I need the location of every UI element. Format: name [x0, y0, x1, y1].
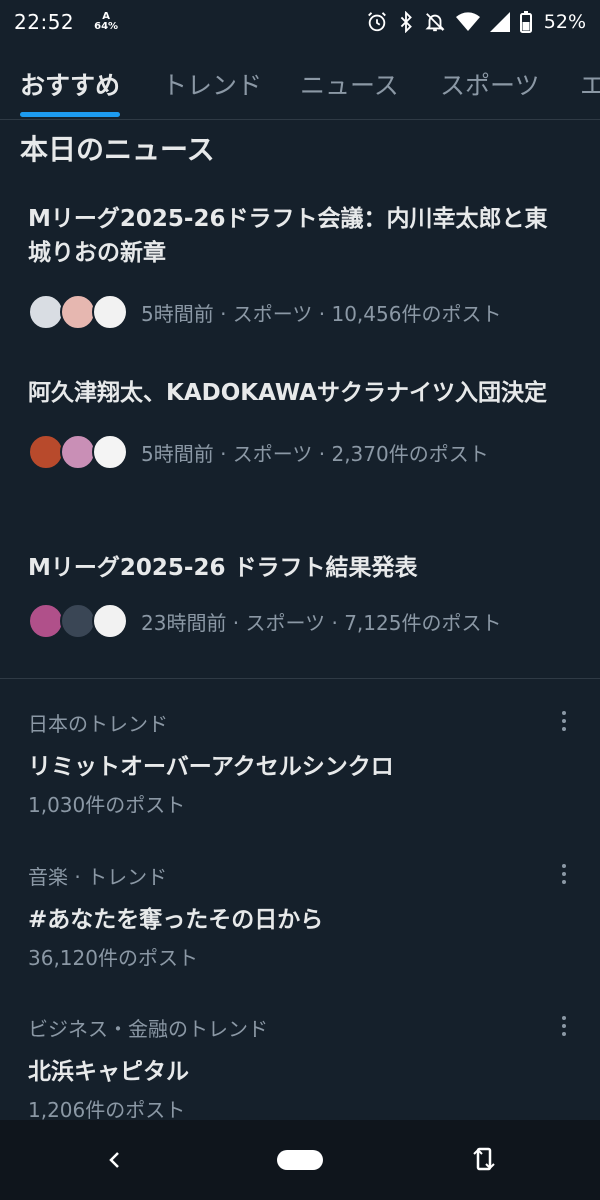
- avatar: [92, 603, 128, 639]
- news-meta: 23時間前 · スポーツ · 7,125件のポスト: [28, 601, 568, 641]
- status-notification: A 64%: [94, 12, 118, 32]
- trend-name: #あなたを奪ったその日から: [28, 907, 324, 933]
- trend-post-count: 1,030件のポスト: [28, 793, 186, 817]
- rotate-icon[interactable]: [470, 1144, 498, 1174]
- divider: [0, 678, 600, 679]
- status-time: 22:52: [14, 10, 75, 34]
- avatar: [60, 603, 96, 639]
- trend-post-count: 1,206件のポスト: [28, 1098, 186, 1122]
- news-item[interactable]: Mリーグ2025-26 ドラフト結果発表 23時間前 · スポーツ · 7,12…: [28, 551, 568, 641]
- trend-name: リミットオーバーアクセルシンクロ: [28, 754, 394, 780]
- news-headline: Mリーグ2025-26ドラフト会議：内川幸太郎と東城りおの新章: [28, 206, 548, 266]
- trend-category: ビジネス・金融のトレンド: [28, 1017, 268, 1041]
- home-button[interactable]: [277, 1150, 323, 1170]
- news-meta-text: 5時間前 · スポーツ · 10,456件のポスト: [141, 301, 502, 326]
- avatar: [28, 294, 64, 330]
- notifications-off-icon: [425, 13, 445, 32]
- trend-category: 日本のトレンド: [28, 712, 168, 736]
- trend-item[interactable]: 音楽 · トレンド #あなたを奪ったその日から 36,120件のポスト: [28, 861, 588, 971]
- status-icons: 52%: [366, 11, 586, 33]
- avatar-group: [28, 432, 128, 472]
- trend-post-count: 36,120件のポスト: [28, 946, 198, 970]
- tab-news[interactable]: ニュース: [300, 66, 399, 102]
- news-item[interactable]: 阿久津翔太、KADOKAWAサクラナイツ入団決定 5時間前 · スポーツ · 2…: [28, 376, 568, 472]
- alarm-icon: [367, 12, 386, 32]
- news-meta: 5時間前 · スポーツ · 10,456件のポスト: [28, 292, 568, 332]
- back-icon[interactable]: [103, 1148, 127, 1172]
- trend-category: 音楽 · トレンド: [28, 865, 168, 889]
- avatar-group: [28, 601, 128, 641]
- trend-item[interactable]: 日本のトレンド リミットオーバーアクセルシンクロ 1,030件のポスト: [28, 708, 588, 818]
- news-meta-text: 5時間前 · スポーツ · 2,370件のポスト: [141, 441, 489, 466]
- active-tab-indicator: [20, 112, 120, 117]
- status-note-bottom: 64%: [94, 21, 119, 32]
- bluetooth-icon: [400, 11, 412, 33]
- battery-percent: 52%: [543, 11, 586, 33]
- signal-icon: [489, 12, 510, 32]
- avatar: [28, 603, 64, 639]
- section-title: 本日のニュース: [20, 133, 215, 166]
- tab-entertainment[interactable]: エ: [580, 66, 600, 102]
- avatar: [60, 294, 96, 330]
- more-options-icon[interactable]: [554, 1009, 574, 1043]
- avatar: [28, 434, 64, 470]
- wifi-icon: [455, 12, 480, 31]
- tab-trending[interactable]: トレンド: [162, 66, 262, 102]
- news-headline: 阿久津翔太、KADOKAWAサクラナイツ入団決定: [28, 380, 547, 406]
- news-item[interactable]: Mリーグ2025-26ドラフト会議：内川幸太郎と東城りおの新章 5時間前 · ス…: [28, 202, 568, 332]
- tab-bar: おすすめ トレンド ニュース スポーツ エ: [0, 52, 600, 120]
- status-bar: 22:52 A 64% 52%: [0, 0, 600, 44]
- tab-recommended[interactable]: おすすめ: [20, 66, 120, 102]
- system-nav-bar: [0, 1120, 600, 1200]
- tab-sports[interactable]: スポーツ: [440, 66, 540, 102]
- avatar: [92, 434, 128, 470]
- avatar: [92, 294, 128, 330]
- avatar-group: [28, 292, 128, 332]
- more-options-icon[interactable]: [554, 857, 574, 891]
- more-options-icon[interactable]: [554, 704, 574, 738]
- battery-icon: [519, 11, 532, 33]
- trend-name: 北浜キャピタル: [28, 1059, 189, 1085]
- trend-item[interactable]: ビジネス・金融のトレンド 北浜キャピタル 1,206件のポスト: [28, 1013, 588, 1123]
- news-headline: Mリーグ2025-26 ドラフト結果発表: [28, 555, 418, 581]
- news-meta: 5時間前 · スポーツ · 2,370件のポスト: [28, 432, 568, 472]
- avatar: [60, 434, 96, 470]
- news-meta-text: 23時間前 · スポーツ · 7,125件のポスト: [141, 610, 502, 635]
